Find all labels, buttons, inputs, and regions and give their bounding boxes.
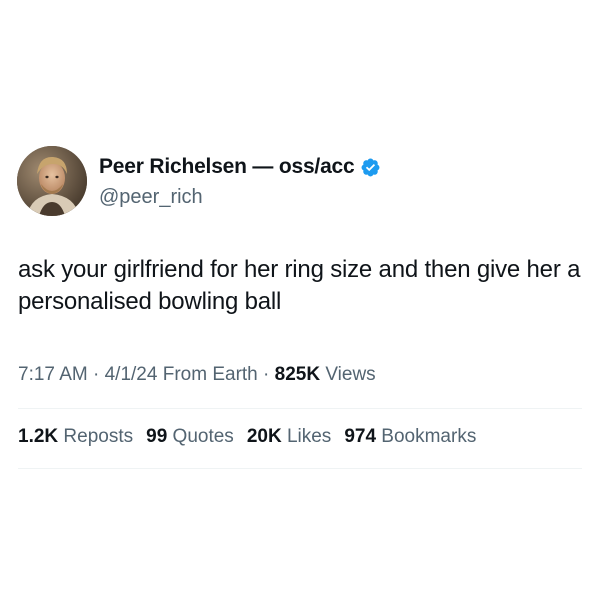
tweet-card: Peer Richelsen — oss/acc @peer_rich ask … <box>0 0 600 600</box>
tweet-date[interactable]: 4/1/24 <box>105 364 158 385</box>
author-block: Peer Richelsen — oss/acc @peer_rich <box>99 152 519 210</box>
tweet-time[interactable]: 7:17 AM <box>18 364 88 385</box>
quotes-label: Quotes <box>172 426 234 447</box>
likes-label: Likes <box>286 426 332 447</box>
display-name[interactable]: Peer Richelsen — oss/acc <box>99 155 355 179</box>
views-label: Views <box>325 364 376 385</box>
tweet-location: From Earth <box>162 364 258 385</box>
views-count: 825K <box>274 364 321 385</box>
tweet-text: ask your girlfriend for her ring size an… <box>18 256 581 315</box>
profile-photo-icon <box>17 146 87 216</box>
reposts-count: 1.2K <box>18 426 59 447</box>
tweet-meta: 7:17 AM · 4/1/24 From Earth · 825K Views <box>18 364 588 386</box>
engagement-stats: 1.2K Reposts 99 Quotes 20K Likes 974 Boo… <box>18 426 588 448</box>
meta-separator: · <box>263 364 270 385</box>
reposts-stat[interactable]: 1.2K Reposts <box>18 426 133 448</box>
divider <box>18 408 582 409</box>
verified-badge-icon <box>360 157 381 178</box>
bookmarks-count: 974 <box>344 426 377 447</box>
bookmarks-stat[interactable]: 974 Bookmarks <box>344 426 476 448</box>
quotes-stat[interactable]: 99 Quotes <box>146 426 234 448</box>
reposts-label: Reposts <box>63 426 134 447</box>
name-row: Peer Richelsen — oss/acc <box>99 152 519 182</box>
avatar[interactable] <box>17 146 87 216</box>
bookmarks-label: Bookmarks <box>381 426 477 447</box>
divider <box>18 468 582 469</box>
quotes-count: 99 <box>146 426 168 447</box>
likes-stat[interactable]: 20K Likes <box>247 426 332 448</box>
likes-count: 20K <box>246 426 282 447</box>
views-stat[interactable]: 825K Views <box>275 364 376 385</box>
user-handle[interactable]: @peer_rich <box>99 184 519 210</box>
meta-separator: · <box>93 364 100 385</box>
